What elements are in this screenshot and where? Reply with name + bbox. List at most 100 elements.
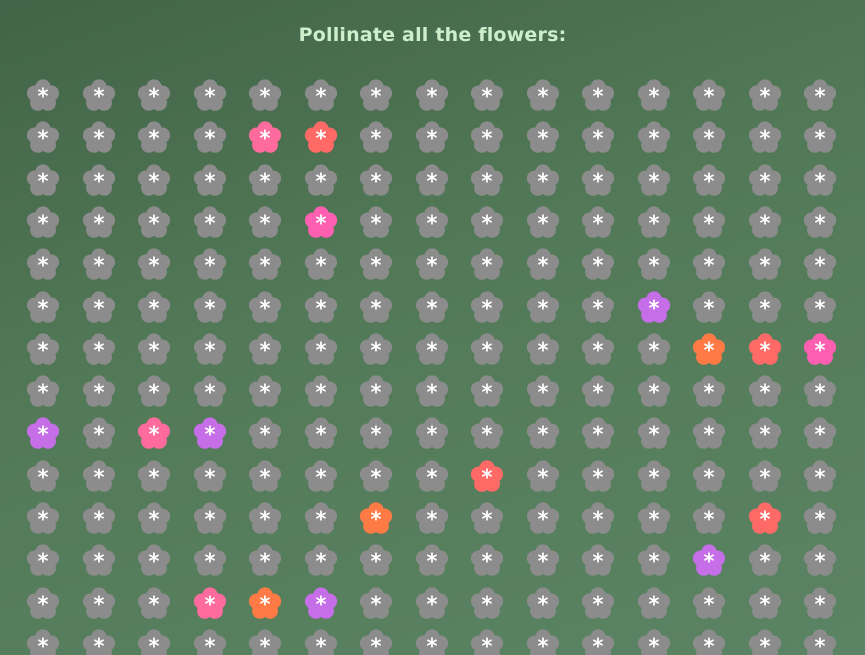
flower-icon[interactable]: * bbox=[24, 414, 62, 452]
flower-icon[interactable]: * bbox=[302, 330, 340, 368]
flower-icon[interactable]: * bbox=[801, 414, 839, 452]
flower-icon[interactable]: * bbox=[191, 584, 229, 622]
flower-icon[interactable]: * bbox=[801, 203, 839, 241]
flower-icon[interactable]: * bbox=[801, 76, 839, 114]
flower-icon[interactable]: * bbox=[413, 457, 451, 495]
flower-icon[interactable]: * bbox=[135, 372, 173, 410]
flower-icon[interactable]: * bbox=[801, 118, 839, 156]
flower-icon[interactable]: * bbox=[246, 584, 284, 622]
flower-icon[interactable]: * bbox=[635, 584, 673, 622]
flower-icon[interactable]: * bbox=[191, 541, 229, 579]
flower-icon[interactable]: * bbox=[191, 626, 229, 655]
flower-icon[interactable]: * bbox=[579, 626, 617, 655]
flower-icon[interactable]: * bbox=[524, 76, 562, 114]
flower-icon[interactable]: * bbox=[80, 76, 118, 114]
flower-icon[interactable]: * bbox=[579, 499, 617, 537]
flower-icon[interactable]: * bbox=[690, 584, 728, 622]
flower-icon[interactable]: * bbox=[635, 414, 673, 452]
flower-icon[interactable]: * bbox=[246, 499, 284, 537]
flower-icon[interactable]: * bbox=[24, 457, 62, 495]
flower-icon[interactable]: * bbox=[746, 626, 784, 655]
flower-icon[interactable]: * bbox=[135, 203, 173, 241]
flower-icon[interactable]: * bbox=[135, 245, 173, 283]
flower-icon[interactable]: * bbox=[579, 330, 617, 368]
flower-icon[interactable]: * bbox=[357, 118, 395, 156]
flower-icon[interactable]: * bbox=[246, 626, 284, 655]
flower-icon[interactable]: * bbox=[635, 288, 673, 326]
flower-icon[interactable]: * bbox=[246, 330, 284, 368]
flower-icon[interactable]: * bbox=[302, 288, 340, 326]
flower-icon[interactable]: * bbox=[357, 330, 395, 368]
flower-icon[interactable]: * bbox=[635, 626, 673, 655]
flower-icon[interactable]: * bbox=[413, 118, 451, 156]
flower-icon[interactable]: * bbox=[635, 203, 673, 241]
flower-icon[interactable]: * bbox=[80, 541, 118, 579]
flower-icon[interactable]: * bbox=[524, 626, 562, 655]
flower-icon[interactable]: * bbox=[80, 288, 118, 326]
flower-icon[interactable]: * bbox=[468, 414, 506, 452]
flower-icon[interactable]: * bbox=[357, 457, 395, 495]
flower-icon[interactable]: * bbox=[801, 161, 839, 199]
flower-icon[interactable]: * bbox=[135, 288, 173, 326]
flower-icon[interactable]: * bbox=[135, 626, 173, 655]
flower-icon[interactable]: * bbox=[302, 414, 340, 452]
flower-icon[interactable]: * bbox=[635, 457, 673, 495]
flower-icon[interactable]: * bbox=[746, 203, 784, 241]
flower-icon[interactable]: * bbox=[690, 203, 728, 241]
flower-icon[interactable]: * bbox=[579, 118, 617, 156]
flower-icon[interactable]: * bbox=[24, 584, 62, 622]
flower-icon[interactable]: * bbox=[746, 161, 784, 199]
flower-icon[interactable]: * bbox=[357, 584, 395, 622]
flower-icon[interactable]: * bbox=[302, 76, 340, 114]
flower-icon[interactable]: * bbox=[357, 203, 395, 241]
flower-icon[interactable]: * bbox=[302, 161, 340, 199]
flower-icon[interactable]: * bbox=[357, 626, 395, 655]
flower-icon[interactable]: * bbox=[524, 499, 562, 537]
flower-icon[interactable]: * bbox=[524, 118, 562, 156]
flower-icon[interactable]: * bbox=[135, 118, 173, 156]
flower-icon[interactable]: * bbox=[801, 626, 839, 655]
flower-icon[interactable]: * bbox=[746, 499, 784, 537]
flower-icon[interactable]: * bbox=[801, 245, 839, 283]
flower-icon[interactable]: * bbox=[635, 76, 673, 114]
flower-icon[interactable]: * bbox=[746, 118, 784, 156]
flower-icon[interactable]: * bbox=[357, 414, 395, 452]
flower-icon[interactable]: * bbox=[579, 245, 617, 283]
flower-icon[interactable]: * bbox=[690, 161, 728, 199]
flower-icon[interactable]: * bbox=[524, 457, 562, 495]
flower-icon[interactable]: * bbox=[635, 499, 673, 537]
flower-icon[interactable]: * bbox=[579, 414, 617, 452]
flower-icon[interactable]: * bbox=[24, 76, 62, 114]
flower-icon[interactable]: * bbox=[24, 203, 62, 241]
flower-icon[interactable]: * bbox=[746, 457, 784, 495]
flower-icon[interactable]: * bbox=[302, 541, 340, 579]
flower-icon[interactable]: * bbox=[801, 541, 839, 579]
flower-icon[interactable]: * bbox=[746, 245, 784, 283]
flower-icon[interactable]: * bbox=[468, 330, 506, 368]
flower-icon[interactable]: * bbox=[635, 372, 673, 410]
flower-icon[interactable]: * bbox=[413, 330, 451, 368]
flower-icon[interactable]: * bbox=[524, 414, 562, 452]
flower-icon[interactable]: * bbox=[80, 245, 118, 283]
flower-icon[interactable]: * bbox=[246, 76, 284, 114]
flower-icon[interactable]: * bbox=[191, 203, 229, 241]
flower-icon[interactable]: * bbox=[80, 330, 118, 368]
flower-icon[interactable]: * bbox=[24, 118, 62, 156]
flower-icon[interactable]: * bbox=[357, 288, 395, 326]
flower-icon[interactable]: * bbox=[246, 245, 284, 283]
flower-icon[interactable]: * bbox=[413, 245, 451, 283]
flower-icon[interactable]: * bbox=[690, 76, 728, 114]
flower-icon[interactable]: * bbox=[468, 76, 506, 114]
flower-icon[interactable]: * bbox=[468, 584, 506, 622]
flower-icon[interactable]: * bbox=[135, 584, 173, 622]
flower-icon[interactable]: * bbox=[302, 118, 340, 156]
flower-icon[interactable]: * bbox=[80, 414, 118, 452]
flower-icon[interactable]: * bbox=[80, 118, 118, 156]
flower-icon[interactable]: * bbox=[24, 372, 62, 410]
flower-icon[interactable]: * bbox=[579, 584, 617, 622]
flower-icon[interactable]: * bbox=[801, 288, 839, 326]
flower-icon[interactable]: * bbox=[579, 203, 617, 241]
flower-icon[interactable]: * bbox=[357, 372, 395, 410]
flower-icon[interactable]: * bbox=[246, 372, 284, 410]
flower-icon[interactable]: * bbox=[413, 499, 451, 537]
